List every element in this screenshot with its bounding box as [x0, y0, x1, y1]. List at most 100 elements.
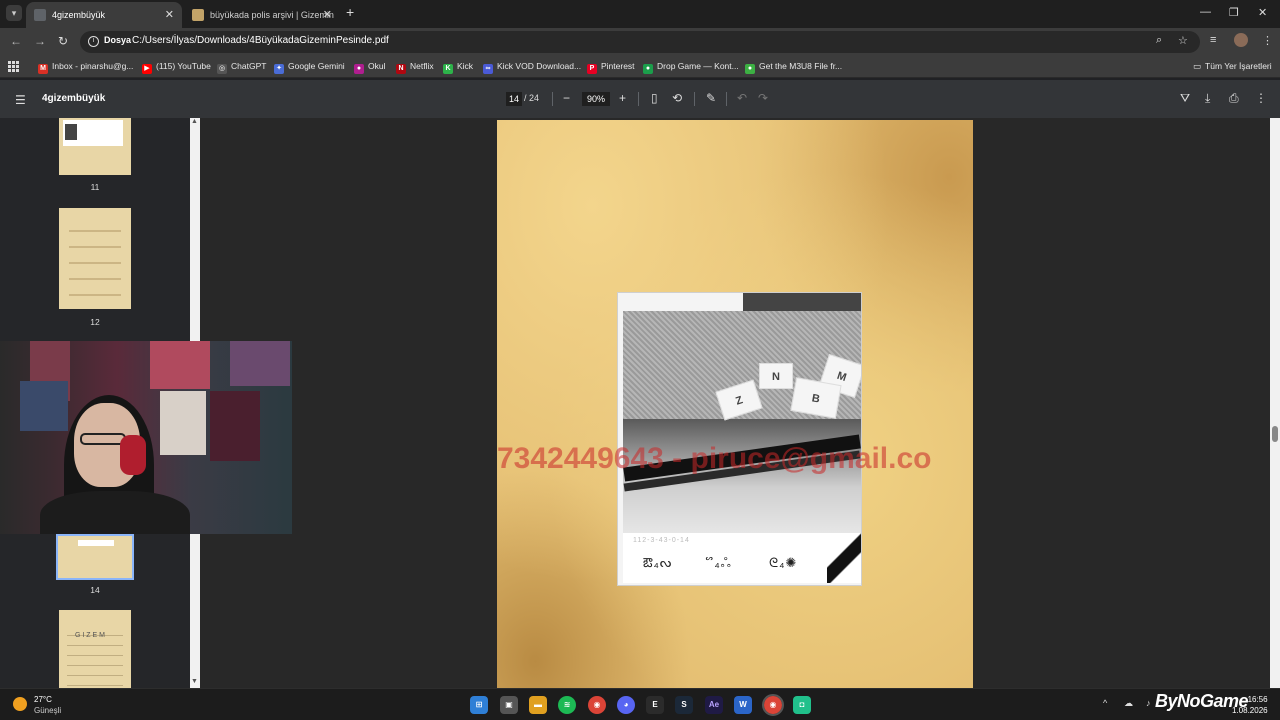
chatgpt-icon: ◎	[217, 64, 227, 74]
webcam-overlay	[0, 341, 292, 534]
bookmark-item[interactable]: M Inbox - pinarshu@g...	[38, 61, 133, 74]
kick-icon: K	[443, 64, 453, 74]
bookmark-item[interactable]: K Kick	[443, 61, 473, 74]
all-bookmarks-folder[interactable]: ▭ Tüm Yer İşaretleri	[1193, 61, 1272, 72]
bookmark-item[interactable]: ∞ Kick VOD Download...	[483, 61, 581, 74]
url-text[interactable]: C:/Users/İlyas/Downloads/4BüyükadaGizemi…	[132, 35, 389, 46]
weather-description[interactable]: Güneşli	[34, 706, 61, 715]
zoom-search-icon[interactable]: ⌕	[1156, 34, 1162, 47]
minimize-button[interactable]: —	[1200, 6, 1211, 18]
print-icon[interactable]: ⎙	[1229, 91, 1239, 106]
close-tab-icon[interactable]: ✕	[165, 2, 174, 28]
site-info-icon[interactable]: i	[88, 36, 99, 47]
tab-pdf[interactable]: 4gizembüyük ✕	[26, 2, 182, 28]
tab-archive[interactable]: büyükada polis arşivi | Gizemin ✕	[184, 2, 340, 28]
rotate-icon[interactable]: ⟲	[672, 91, 682, 105]
page-number-input[interactable]: 14	[506, 92, 522, 106]
chrome-active-icon[interactable]: ◉	[762, 694, 784, 716]
task-view-icon[interactable]: ▣	[500, 696, 518, 714]
menu-icon[interactable]: ⋮	[1262, 34, 1273, 47]
sun-icon[interactable]	[13, 697, 27, 711]
close-tab-icon[interactable]: ✕	[323, 2, 332, 28]
tab-search-icon[interactable]: ▾	[6, 5, 22, 21]
cipher-symbol: ᘓ₄✺	[769, 555, 798, 570]
kickvod-icon: ∞	[483, 64, 493, 74]
address-bar[interactable]: i Dosya C:/Users/İlyas/Downloads/4Büyüka…	[80, 31, 1200, 53]
bookmark-item[interactable]: ▶ (115) YouTube	[142, 61, 211, 74]
polaroid-photo: M Z B N 112-3-43-0-14 ఔ₄ᔓ ᔥ₄ஃ ᘓ₄✺	[617, 292, 862, 586]
page-thumbnail-12[interactable]	[59, 208, 131, 309]
bookmark-item[interactable]: ● Get the M3U8 File fr...	[745, 61, 842, 74]
media-icon[interactable]: ≡	[1210, 34, 1216, 46]
reload-icon[interactable]: ↻	[58, 34, 68, 48]
epic-games-icon[interactable]: E	[646, 696, 664, 714]
gemini-icon: ✦	[274, 64, 284, 74]
new-tab-button[interactable]: +	[346, 4, 354, 20]
sidebar-toggle-icon[interactable]: ☰	[15, 93, 26, 107]
annotate-icon[interactable]: ✎	[706, 91, 716, 105]
close-window-button[interactable]: ✕	[1258, 6, 1267, 19]
steam-icon[interactable]: S	[675, 696, 693, 714]
pdf-viewport[interactable]: M Z B N 112-3-43-0-14 ఔ₄ᔓ ᔥ₄ஃ ᘓ₄✺ 734244…	[200, 118, 1270, 688]
undo-icon[interactable]: ↶	[737, 91, 747, 105]
tab-title: büyükada polis arşivi | Gizemin	[210, 10, 334, 20]
tray-chevron-icon[interactable]: ^	[1103, 698, 1107, 708]
zoom-out-icon[interactable]: −	[563, 91, 570, 105]
page-thumbnail-14[interactable]	[56, 534, 134, 580]
start-icon[interactable]: ⊞	[470, 696, 488, 714]
page-label: 14	[90, 585, 100, 595]
back-icon[interactable]: ←	[10, 34, 22, 48]
drive-save-icon[interactable]: ⛛	[1180, 91, 1190, 106]
browser-toolbar: ← → ↻ i Dosya C:/Users/İlyas/Downloads/4…	[0, 28, 1280, 56]
main-scrollbar[interactable]	[1270, 118, 1280, 688]
dropgame-icon: ●	[643, 64, 653, 74]
site-favicon-icon	[192, 9, 204, 21]
bookmark-item[interactable]: ● Okul	[354, 61, 385, 74]
discord-icon[interactable]: ◕	[617, 696, 635, 714]
temperature[interactable]: 27°C	[34, 695, 52, 704]
spotify-icon[interactable]: ≋	[558, 696, 576, 714]
netflix-icon: N	[396, 64, 406, 74]
apps-grid-icon[interactable]	[8, 61, 19, 72]
download-icon[interactable]: ⤓	[1205, 91, 1210, 106]
shirt	[40, 491, 190, 534]
page-thumbnail-15[interactable]: G I Z E M	[59, 610, 131, 688]
tab-title: 4gizembüyük	[52, 10, 106, 20]
cipher-symbol: ఔ₄ᔓ	[643, 555, 673, 570]
zoom-in-icon[interactable]: +	[619, 91, 626, 105]
scrollbar-thumb[interactable]	[1272, 426, 1278, 442]
page-label: 12	[90, 317, 100, 327]
avatar[interactable]	[1234, 33, 1248, 47]
redo-icon[interactable]: ↷	[758, 91, 768, 105]
forward-icon[interactable]: →	[34, 34, 46, 48]
divider	[726, 92, 727, 106]
after-effects-icon[interactable]: Ae	[705, 696, 723, 714]
zoom-input[interactable]: 90%	[582, 92, 610, 106]
file-explorer-icon[interactable]: ▬	[529, 696, 547, 714]
restore-button[interactable]: ❐	[1229, 6, 1239, 19]
bookmark-item[interactable]: ✦ Google Gemini	[274, 61, 345, 74]
bookmark-item[interactable]: N Netflix	[396, 61, 434, 74]
pdf-page: M Z B N 112-3-43-0-14 ఔ₄ᔓ ᔥ₄ஃ ᘓ₄✺ 734244…	[497, 120, 973, 688]
more-options-icon[interactable]: ⋮	[1255, 91, 1267, 105]
date: 1.08.2026	[1232, 706, 1268, 715]
mic-icon[interactable]: ♪	[1146, 698, 1151, 708]
page-thumbnail-11[interactable]	[59, 118, 131, 175]
clock[interactable]: 16:56 1.08.2026	[1232, 694, 1268, 716]
divider	[694, 92, 695, 106]
onedrive-icon[interactable]: ☁	[1124, 698, 1133, 709]
time: 16:56	[1247, 695, 1268, 704]
app-icon[interactable]: ◘	[793, 696, 811, 714]
bookmark-item[interactable]: ● Drop Game — Kont...	[643, 61, 739, 74]
bookmark-label: (115) YouTube	[156, 61, 211, 71]
word-icon[interactable]: W	[734, 696, 752, 714]
divider	[552, 92, 553, 106]
page-label: 11	[90, 182, 100, 192]
fit-page-icon[interactable]: ▯	[651, 91, 658, 105]
bookmark-label: Inbox - pinarshu@g...	[52, 61, 134, 71]
bookmark-star-icon[interactable]: ☆	[1178, 34, 1188, 47]
globe-icon	[34, 9, 46, 21]
bookmark-item[interactable]: P Pinterest	[587, 61, 635, 74]
bookmark-item[interactable]: ◎ ChatGPT	[217, 61, 266, 74]
chrome-icon[interactable]: ◉	[588, 696, 606, 714]
